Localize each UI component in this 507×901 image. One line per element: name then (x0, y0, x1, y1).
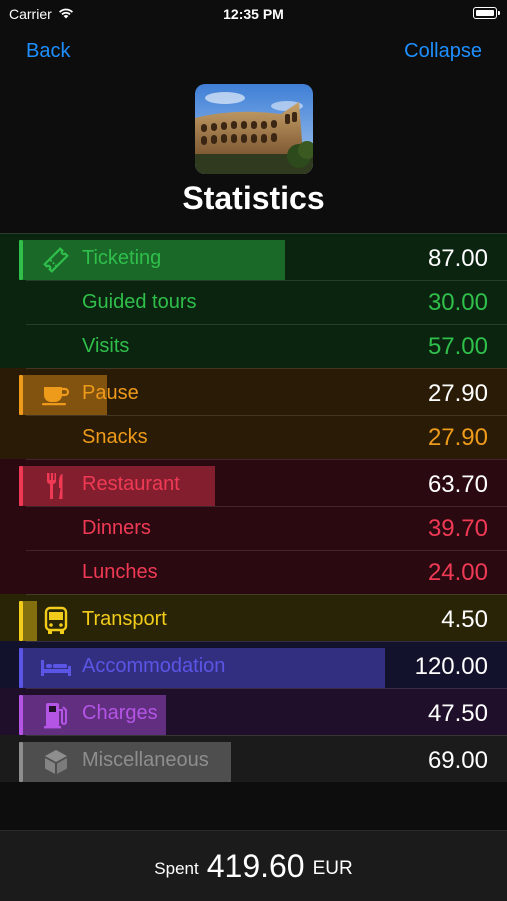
category-row-miscellaneous[interactable]: Miscellaneous 69.00 (0, 735, 507, 782)
status-bar: Carrier 12:35 PM (0, 0, 507, 30)
row-amount: 27.90 (427, 424, 488, 451)
row-divider (0, 233, 507, 234)
row-divider (26, 459, 507, 460)
row-amount: 57.00 (427, 333, 488, 360)
cube-icon (40, 746, 72, 778)
coffee-cup-icon (40, 379, 72, 411)
battery-icon (473, 7, 500, 19)
category-row-accommodation[interactable]: Accommodation 120.00 (0, 641, 507, 688)
statistics-list: Ticketing 87.00 Guided tours 30.00 Visits 57.… (0, 233, 507, 782)
category-row-transport[interactable]: Transport 4.50 (0, 594, 507, 641)
row-amount: 30.00 (427, 289, 488, 316)
row-label: Restaurant (82, 473, 180, 495)
row-label: Pause (82, 382, 139, 404)
bed-icon (40, 652, 72, 684)
row-label: Ticketing (82, 247, 162, 269)
clock: 12:35 PM (223, 6, 284, 22)
back-button[interactable]: Back (26, 40, 70, 63)
ticket-icon (40, 244, 72, 276)
row-divider (26, 368, 507, 369)
row-label: Accommodation (82, 655, 226, 677)
row-label: Visits (82, 335, 130, 357)
trip-photo (195, 84, 313, 174)
row-divider (26, 324, 507, 325)
fork-knife-icon (40, 470, 72, 502)
row-label: Guided tours (82, 291, 197, 313)
collapse-button[interactable]: Collapse (404, 40, 482, 63)
category-row-ticketing[interactable]: Ticketing 87.00 (0, 233, 507, 280)
row-divider (26, 506, 507, 507)
row-divider (26, 735, 507, 736)
row-amount: 120.00 (414, 653, 488, 680)
row-amount: 87.00 (427, 245, 488, 272)
row-label: Charges (82, 702, 158, 724)
row-label: Miscellaneous (82, 749, 209, 771)
row-divider (26, 641, 507, 642)
row-amount: 39.70 (427, 515, 488, 542)
row-amount: 4.50 (441, 606, 488, 633)
spent-summary: Spent 419.60 EUR (0, 830, 507, 901)
subcategory-row-lunches[interactable]: Lunches 24.00 (0, 550, 507, 594)
row-amount: 69.00 (427, 747, 488, 774)
category-row-pause[interactable]: Pause 27.90 (0, 368, 507, 415)
row-amount: 27.90 (427, 380, 488, 407)
subcategory-row-snacks[interactable]: Snacks 27.90 (0, 415, 507, 459)
subcategory-row-visits[interactable]: Visits 57.00 (0, 324, 507, 368)
page-title: Statistics (182, 180, 325, 216)
spent-total: 419.60 (206, 847, 305, 884)
row-label: Lunches (82, 561, 158, 583)
row-amount: 47.50 (427, 700, 488, 727)
bus-icon (40, 605, 72, 637)
row-divider (26, 280, 507, 281)
row-label: Transport (82, 608, 167, 630)
category-row-charges[interactable]: Charges 47.50 (0, 688, 507, 735)
row-divider (26, 688, 507, 689)
row-label: Dinners (82, 517, 151, 539)
row-divider (26, 415, 507, 416)
row-amount: 24.00 (427, 559, 488, 586)
subcategory-row-dinners[interactable]: Dinners 39.70 (0, 506, 507, 550)
spent-label: Spent (154, 859, 199, 878)
subcategory-row-guided-tours[interactable]: Guided tours 30.00 (0, 280, 507, 324)
row-label: Snacks (82, 426, 148, 448)
row-divider (26, 594, 507, 595)
row-amount: 63.70 (427, 471, 488, 498)
row-divider (26, 550, 507, 551)
category-row-restaurant[interactable]: Restaurant 63.70 (0, 459, 507, 506)
category-share-bar (23, 601, 37, 641)
spent-currency: EUR (312, 858, 353, 879)
fuel-pump-icon (40, 699, 72, 731)
